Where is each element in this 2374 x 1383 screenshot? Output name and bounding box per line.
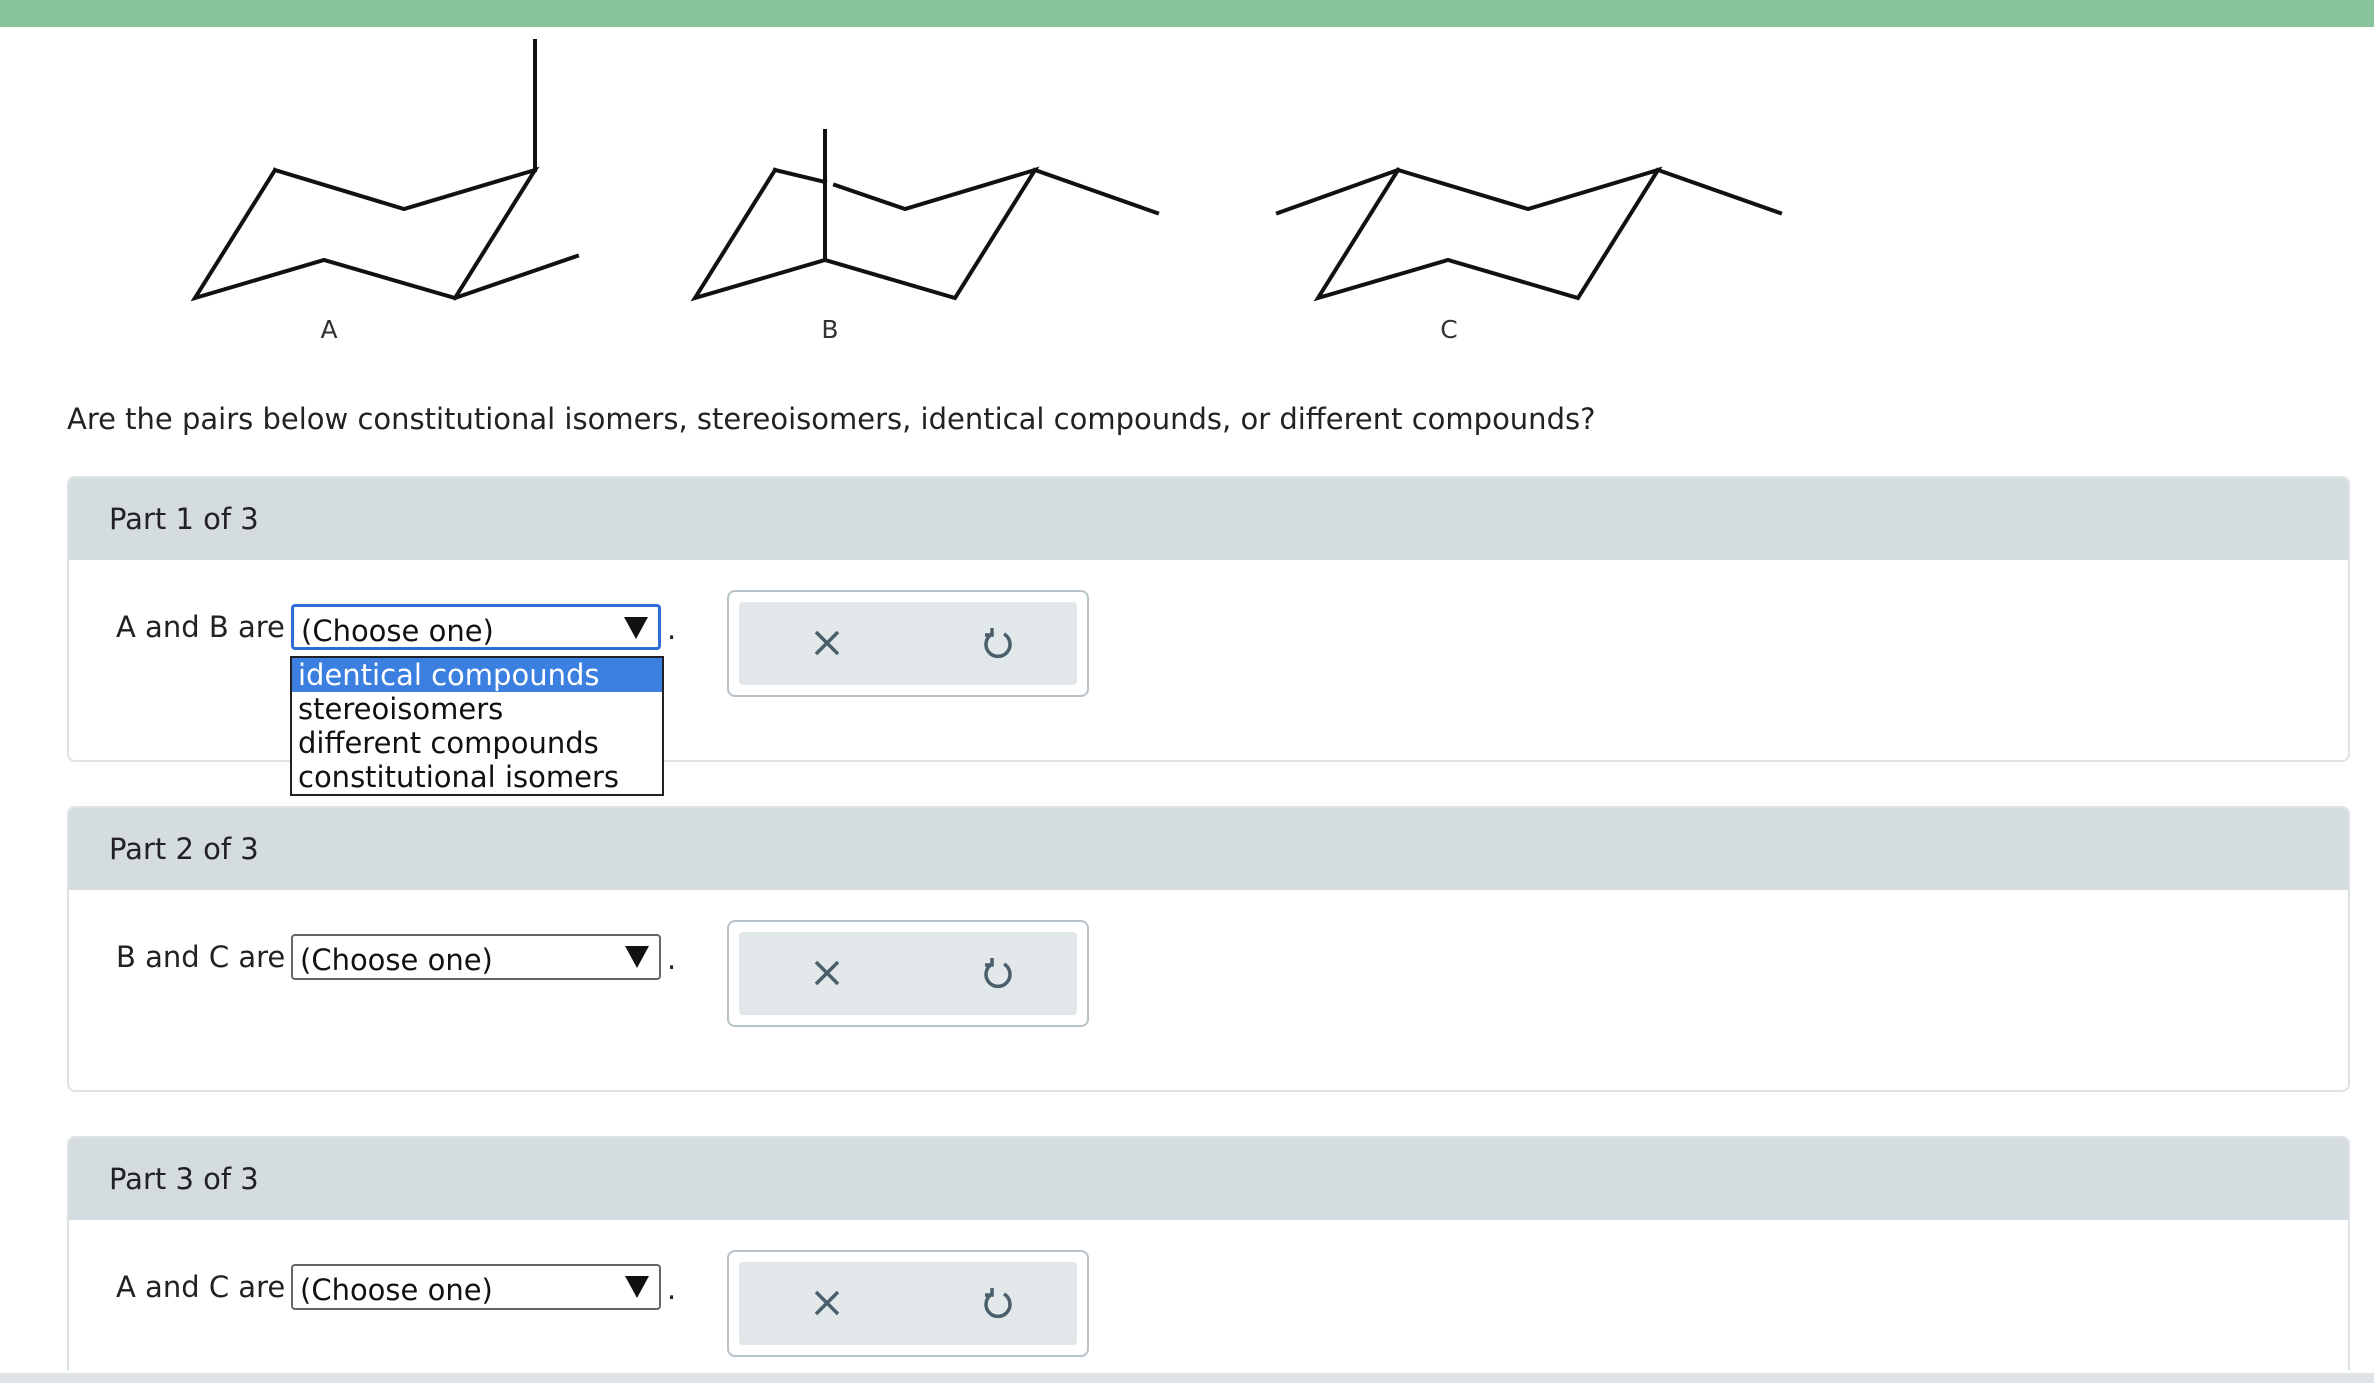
dropdown-option-stereoisomers[interactable]: stereoisomers [292,692,662,726]
close-icon [814,1290,840,1316]
part-2-clear-button[interactable] [804,950,850,996]
part-3-clear-button[interactable] [804,1280,850,1326]
part-1-reset-button[interactable] [975,620,1021,666]
part-1-title: Part 1 of 3 [109,502,259,536]
part-1-select[interactable]: (Choose one) [291,604,661,650]
part-2-header: Part 2 of 3 [69,808,2348,890]
molecule-a-structure [190,39,580,302]
top-bar [0,0,2374,27]
dropdown-arrow-icon [625,1276,649,1298]
part-2-action-box [727,920,1089,1027]
part-1-period: . [667,612,677,646]
part-1-header: Part 1 of 3 [69,478,2348,560]
part-2-period: . [667,942,677,976]
dropdown-option-constitutional-isomers[interactable]: constitutional isomers [292,760,662,794]
molecule-label-c: C [1440,315,1458,344]
part-3-title: Part 3 of 3 [109,1162,259,1196]
bottom-scroll-edge [0,1373,2374,1383]
part-3-select[interactable]: (Choose one) [291,1264,661,1310]
part-3-period: . [667,1272,677,1306]
dropdown-option-identical-compounds[interactable]: identical compounds [292,658,662,692]
undo-icon [984,1288,1012,1319]
molecule-label-a: A [320,315,338,344]
part-1-clear-button[interactable] [804,620,850,666]
part-2-select[interactable]: (Choose one) [291,934,661,980]
part-3-prompt: A and C are [116,1270,286,1304]
part-3-select-value: (Choose one) [300,1273,493,1307]
part-2-prompt: B and C are [116,940,286,974]
part-1-dropdown-list: identical compounds stereoisomers differ… [290,656,664,796]
part-3-header: Part 3 of 3 [69,1138,2348,1220]
part-1-select-value: (Choose one) [301,614,494,648]
molecule-b-structure [690,129,1160,302]
part-2-select-value: (Choose one) [300,943,493,977]
molecule-structures [190,39,1783,302]
part-2-panel: Part 2 of 3 B and C are (Choose one) . [67,806,2350,1092]
part-2-title: Part 2 of 3 [109,832,259,866]
part-1-action-box [727,590,1089,697]
part-3-panel: Part 3 of 3 A and C are (Choose one) . [67,1136,2350,1370]
dropdown-arrow-icon [625,946,649,968]
part-3-reset-button[interactable] [975,1280,1021,1326]
part-2-reset-button[interactable] [975,950,1021,996]
undo-icon [984,628,1012,659]
molecule-c-structure [1275,166,1783,302]
question-text: Are the pairs below constitutional isome… [67,402,1596,436]
close-icon [814,960,840,986]
part-3-action-box [727,1250,1089,1357]
close-icon [814,630,840,656]
undo-icon [984,958,1012,989]
part-1-prompt: A and B are [116,610,285,644]
dropdown-arrow-icon [624,617,648,639]
dropdown-option-different-compounds[interactable]: different compounds [292,726,662,760]
molecule-label-b: B [821,315,839,344]
